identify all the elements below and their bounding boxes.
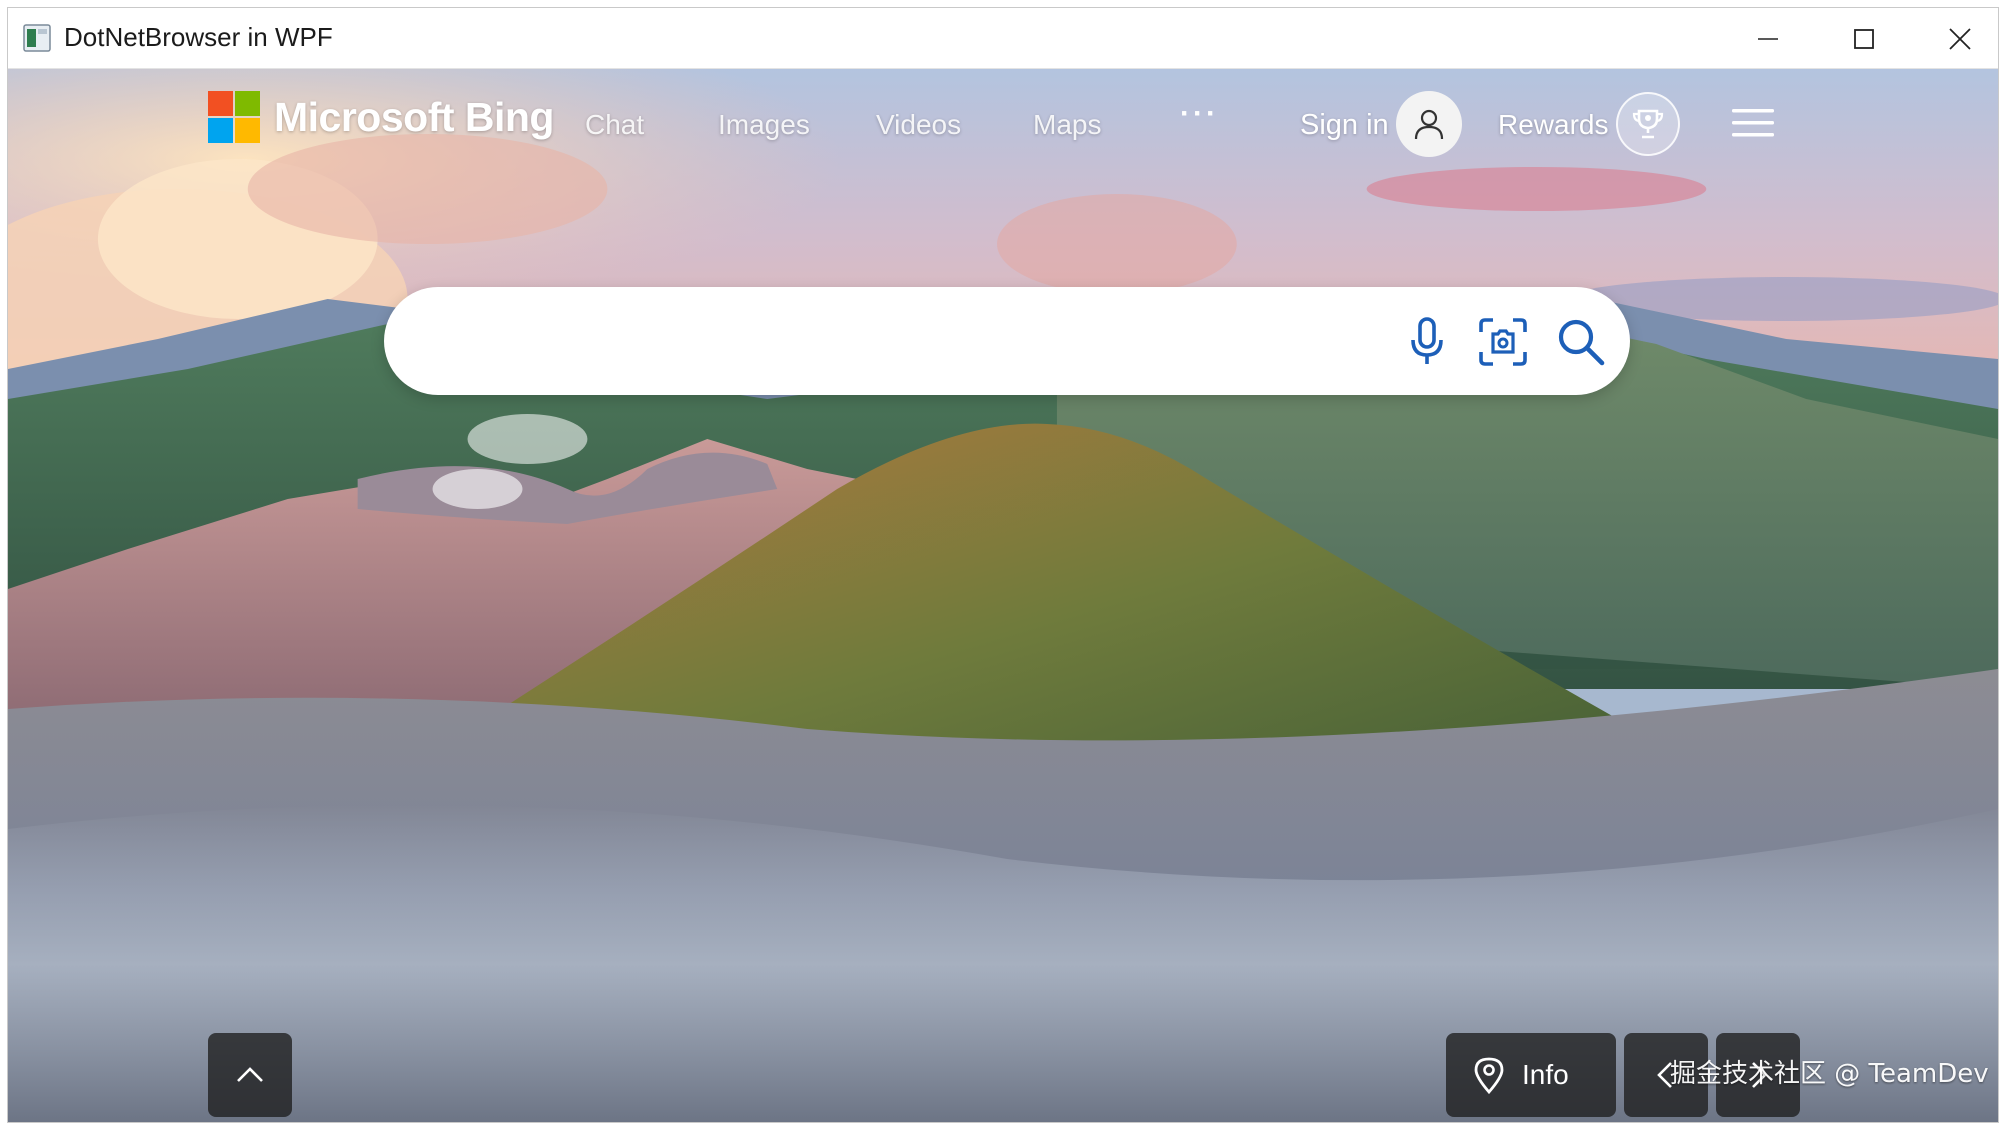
app-window-icon [23,24,51,52]
watermark-text: 掘金技术社区 @ TeamDev [1670,1059,1989,1089]
hamburger-menu-icon [1732,109,1774,137]
maximize-icon [1854,28,1874,49]
search-icon [1558,319,1605,366]
scroll-up-button[interactable] [208,1033,292,1117]
search-input[interactable] [424,311,1348,373]
visual-search-button[interactable] [1474,313,1532,371]
window-title: DotNetBrowser in WPF [64,22,333,52]
chevron-up-icon [237,1067,263,1082]
maximize-button[interactable] [1816,8,1912,69]
rewards-link[interactable]: Rewards [1498,109,1608,141]
user-icon [1414,109,1444,140]
location-pin-icon [1474,1057,1504,1095]
microphone-icon [1411,317,1443,364]
nav-link-videos[interactable]: Videos [876,109,961,141]
rewards-badge-button[interactable] [1616,92,1680,156]
title-bar: DotNetBrowser in WPF [8,8,1998,69]
image-info-button[interactable]: Info [1446,1033,1616,1117]
trophy-icon [1632,109,1664,139]
nav-link-maps[interactable]: Maps [1033,109,1101,141]
close-button[interactable] [1912,8,1998,69]
close-icon [1949,27,1971,50]
background-landscape-image [8,69,1998,1122]
browser-view: Microsoft Bing Chat Images Videos Maps ·… [8,69,1998,1122]
minimize-icon [1758,37,1778,40]
brand-name: Microsoft Bing [274,93,554,140]
visual-search-icon [1479,318,1527,366]
voice-search-button[interactable] [1398,313,1456,371]
search-box [384,287,1630,395]
microsoft-logo-icon [208,91,260,143]
more-menu-button[interactable]: ··· [1180,97,1219,131]
user-avatar-button[interactable] [1396,91,1462,157]
app-window: DotNetBrowser in WPF Microsoft Bing Chat… [7,7,1999,1123]
sign-in-link[interactable]: Sign in [1300,109,1389,142]
bing-logo[interactable]: Microsoft Bing [208,91,554,143]
hamburger-menu-button[interactable] [1728,103,1778,143]
nav-link-images[interactable]: Images [718,109,810,141]
minimize-button[interactable] [1720,8,1816,69]
top-navigation: Microsoft Bing Chat Images Videos Maps ·… [8,69,1998,187]
search-submit-button[interactable] [1552,313,1610,371]
nav-link-chat[interactable]: Chat [585,109,644,141]
info-label: Info [1522,1059,1569,1090]
